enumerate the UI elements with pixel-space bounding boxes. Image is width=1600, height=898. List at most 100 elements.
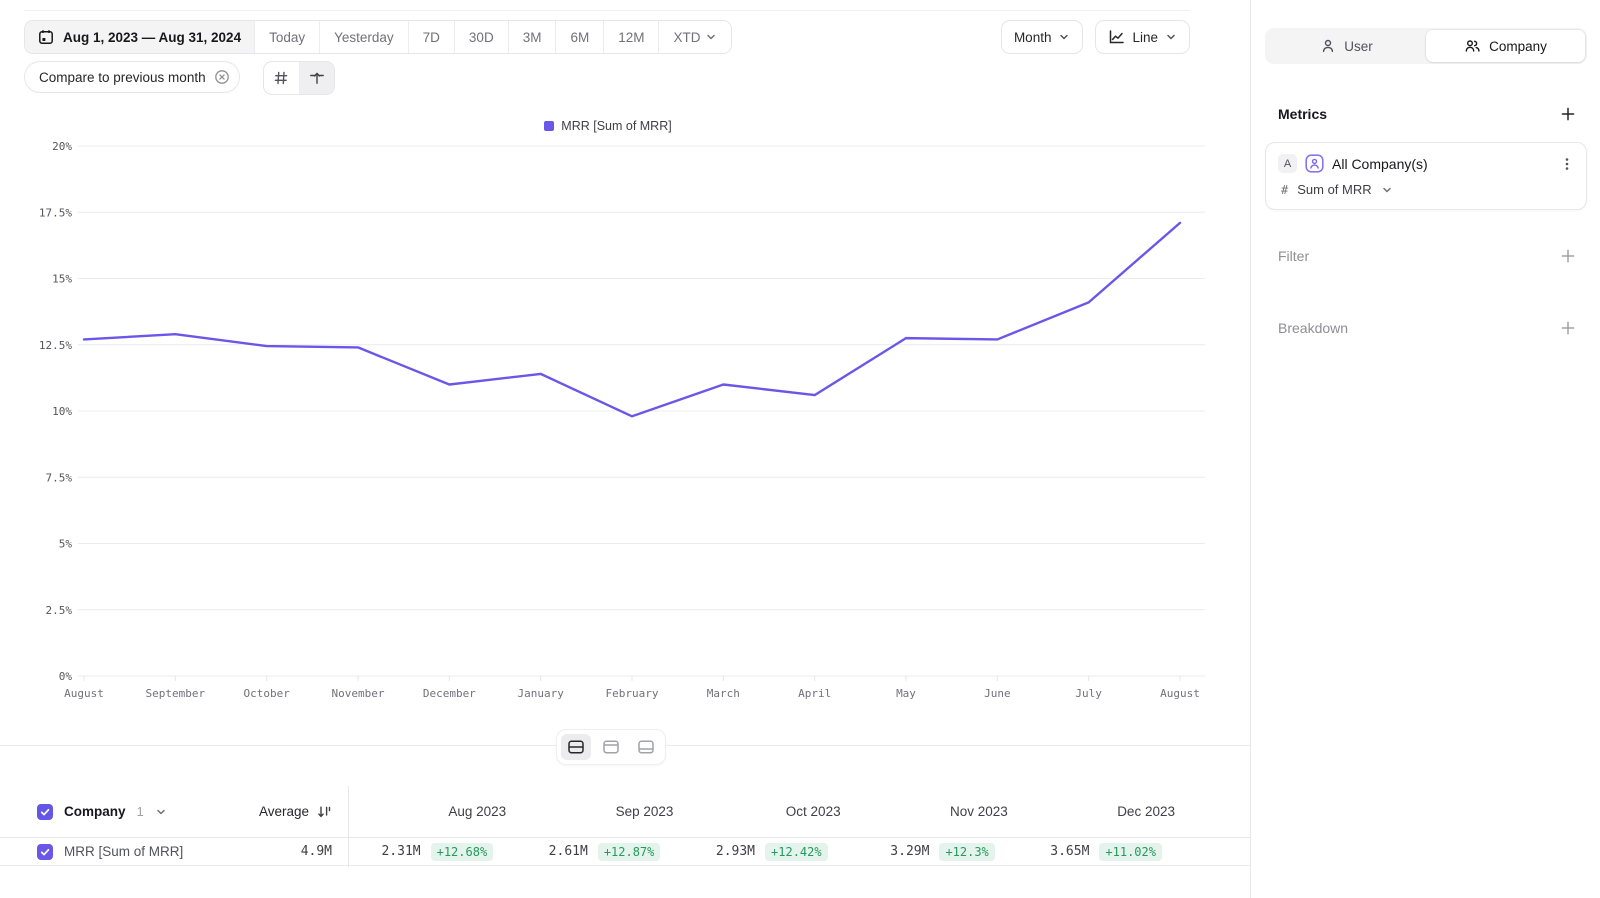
range-preset-12m[interactable]: 12M [603, 21, 658, 53]
date-range-label: Aug 1, 2023 — Aug 31, 2024 [63, 30, 241, 45]
top-panel-icon [602, 739, 620, 755]
table-cell: 2.31M+12.68% [348, 838, 515, 865]
x-tick-label: May [896, 687, 916, 700]
x-tick-label: September [146, 687, 206, 700]
check-icon [39, 806, 51, 818]
table-column-divider [348, 786, 349, 867]
chart-type-dropdown[interactable]: Line [1095, 20, 1190, 54]
add-filter-icon[interactable] [1560, 248, 1576, 264]
split-view-icon [567, 739, 585, 755]
filter-section: Filter [1278, 246, 1576, 266]
metric-card[interactable]: A All Company(s) # Sum of MRR [1265, 142, 1587, 210]
row-average-value: 4.9M [160, 838, 332, 865]
grid-icon [273, 70, 289, 86]
chart-only-view-button[interactable] [596, 734, 626, 760]
month-column-header[interactable]: Dec 2023 [1017, 786, 1184, 837]
compare-chip[interactable]: Compare to previous month [24, 61, 240, 93]
sort-icon [316, 804, 332, 820]
legend-label: MRR [Sum of MRR] [561, 119, 671, 133]
calendar-icon [38, 29, 54, 45]
normalize-toggle-button[interactable] [299, 62, 334, 94]
table-header-row: Company 1 Average Aug 2023Sep 2023Oct 20… [0, 786, 1250, 838]
cell-value: 3.65M [1050, 844, 1089, 859]
range-preset-xtd[interactable]: XTD [658, 21, 731, 53]
aggregation-dropdown[interactable]: Sum of MRR [1297, 182, 1371, 197]
cell-value: 2.31M [381, 844, 420, 859]
average-column-header[interactable]: Average [160, 786, 332, 837]
group-count: 1 [137, 804, 144, 819]
chevron-down-icon [705, 31, 717, 43]
delta-badge: +11.02% [1099, 843, 1162, 861]
cell-value: 3.29M [890, 844, 929, 859]
data-table: Company 1 Average Aug 2023Sep 2023Oct 20… [0, 786, 1250, 866]
y-tick-label: 10% [52, 405, 72, 418]
granularity-dropdown[interactable]: Month [1001, 20, 1084, 54]
month-column-headers: Aug 2023Sep 2023Oct 2023Nov 2023Dec 2023 [348, 786, 1184, 837]
layout-toggle-group [556, 729, 666, 765]
month-column-header[interactable]: Oct 2023 [682, 786, 849, 837]
range-preset-7d[interactable]: 7D [408, 21, 454, 53]
config-sidebar: User Company Metrics A All Company(s) # … [1250, 0, 1600, 898]
y-tick-label: 20% [52, 140, 72, 153]
date-range-group: Aug 1, 2023 — Aug 31, 2024 TodayYesterda… [24, 20, 732, 54]
metric-series-badge: A [1278, 154, 1297, 173]
tab-user[interactable]: User [1267, 30, 1426, 62]
metric-menu-button[interactable] [1560, 156, 1574, 172]
range-preset-3m[interactable]: 3M [508, 21, 556, 53]
mrr-line-series[interactable] [84, 223, 1180, 416]
kebab-menu-icon [1560, 156, 1574, 172]
xtd-label: XTD [673, 30, 700, 45]
x-tick-label: April [798, 687, 831, 700]
month-column-header[interactable]: Aug 2023 [348, 786, 515, 837]
compare-label: Compare to previous month [39, 70, 206, 85]
chart-legend[interactable]: MRR [Sum of MRR] [0, 119, 1216, 133]
table-only-view-button[interactable] [631, 734, 661, 760]
month-column-header[interactable]: Nov 2023 [850, 786, 1017, 837]
numeric-type-icon: # [1281, 183, 1288, 197]
granularity-label: Month [1014, 30, 1052, 45]
range-preset-30d[interactable]: 30D [454, 21, 508, 53]
metrics-title: Metrics [1278, 106, 1327, 122]
line-chart-icon [1108, 29, 1125, 45]
select-all-checkbox[interactable] [37, 804, 53, 820]
table-cell: 2.61M+12.87% [515, 838, 682, 865]
normalize-icon [309, 70, 325, 86]
average-label: Average [259, 804, 309, 819]
tab-company[interactable]: Company [1426, 30, 1585, 62]
cell-value: 2.93M [716, 844, 755, 859]
date-toolbar: Aug 1, 2023 — Aug 31, 2024 TodayYesterda… [24, 20, 732, 54]
add-breakdown-icon[interactable] [1560, 320, 1576, 336]
filter-label: Filter [1278, 248, 1309, 264]
breakdown-section: Breakdown [1278, 318, 1576, 338]
group-by-label[interactable]: Company [64, 804, 126, 819]
row-checkbox[interactable] [37, 844, 53, 860]
range-preset-yesterday[interactable]: Yesterday [319, 21, 408, 53]
analytics-main: Aug 1, 2023 — Aug 31, 2024 TodayYesterda… [0, 0, 1250, 898]
y-tick-label: 15% [52, 273, 72, 286]
table-row[interactable]: MRR [Sum of MRR] 4.9M 2.31M+12.68%2.61M+… [0, 838, 1250, 866]
table-cell: 2.93M+12.42% [682, 838, 849, 865]
grid-toggle-button[interactable] [264, 62, 299, 94]
date-range-button[interactable]: Aug 1, 2023 — Aug 31, 2024 [25, 21, 254, 53]
x-tick-label: July [1075, 687, 1102, 700]
x-tick-label: February [606, 687, 659, 700]
remove-compare-icon[interactable] [214, 69, 230, 85]
y-tick-label: 5% [59, 538, 73, 551]
check-icon [39, 846, 51, 858]
range-preset-6m[interactable]: 6M [555, 21, 603, 53]
split-view-button[interactable] [561, 734, 591, 760]
add-metric-icon[interactable] [1560, 106, 1576, 122]
chart-controls: Month Line [1001, 20, 1190, 54]
delta-badge: +12.3% [939, 843, 994, 861]
y-tick-label: 0% [59, 670, 73, 683]
chevron-down-icon [1165, 31, 1177, 43]
chevron-down-icon[interactable] [1381, 184, 1393, 196]
cell-value: 2.61M [549, 844, 588, 859]
y-tick-label: 7.5% [46, 471, 73, 484]
range-preset-today[interactable]: Today [254, 21, 319, 53]
bottom-panel-icon [637, 739, 655, 755]
month-column-header[interactable]: Sep 2023 [515, 786, 682, 837]
month-cells: 2.31M+12.68%2.61M+12.87%2.93M+12.42% 3.29… [348, 838, 1184, 865]
line-chart[interactable]: 0%2.5%5%7.5%10%12.5%15%17.5%20%AugustSep… [0, 140, 1250, 706]
metric-name: All Company(s) [1332, 156, 1428, 172]
